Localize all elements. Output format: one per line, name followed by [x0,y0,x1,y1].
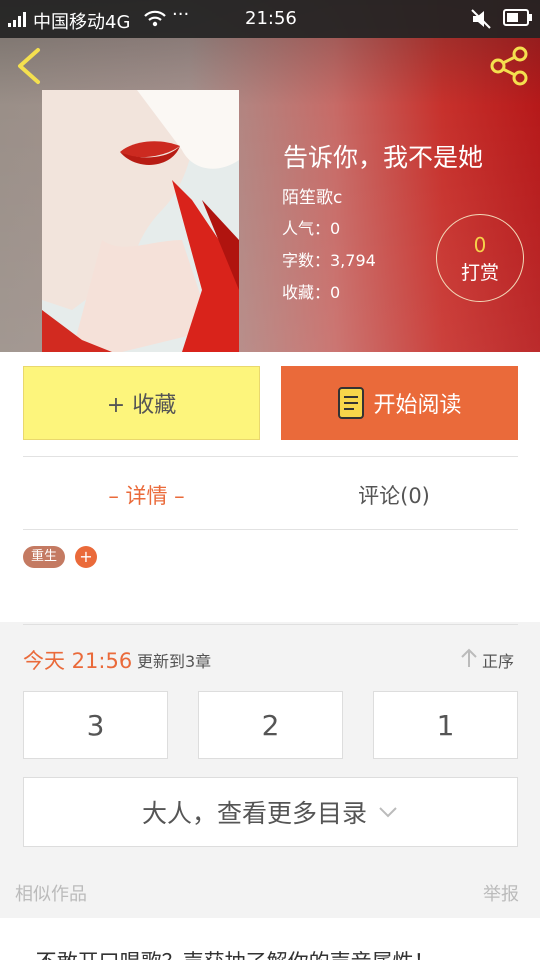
book-cover-image[interactable] [42,90,239,352]
status-bar: 中国移动4G ··· 21:56 [0,0,540,38]
book-title: 告诉你，我不是她 [283,143,484,172]
wifi-icon [144,10,166,27]
divider [23,624,518,625]
chapter-button[interactable]: 2 [198,691,343,759]
author-name[interactable]: 陌笙歌c [282,183,342,208]
chapter-number: 2 [261,708,280,742]
tab-details[interactable]: – 详情 – [23,480,270,510]
clock: 21:56 [245,8,297,29]
chapter-button[interactable]: 3 [23,691,168,759]
more-catalog-button[interactable]: 大人，查看更多目录 [23,777,518,847]
tip-button[interactable]: 0 打赏 [436,214,524,302]
sort-order-label[interactable]: 正序 [482,648,514,672]
divider [23,456,518,457]
update-status: 更新到3章 [137,652,212,671]
collect-label: + 收藏 [106,393,177,418]
favorites-stat: 收藏：0 [282,283,341,302]
divider [23,529,518,530]
popularity-stat: 人气：0 [282,219,341,238]
book-icon [338,387,365,419]
chapter-button[interactable]: 1 [373,691,518,759]
chevron-down-icon [379,807,397,818]
similar-works-label: 相似作品 [15,884,87,905]
start-reading-label: 开始阅读 [373,393,462,418]
mute-icon [471,9,491,29]
similar-work-card[interactable]: ‑不敢开口唱歌？声获抽了解你的声音属性！ [0,918,540,960]
carrier-label: 中国移动4G [33,12,131,33]
sort-arrow-icon[interactable] [460,647,478,669]
update-date: 今天 21:56 [23,649,133,673]
back-arrow-icon[interactable] [12,46,46,86]
chapter-number: 1 [436,708,455,742]
battery-icon [503,9,532,26]
tip-label: 打赏 [460,262,499,284]
share-icon[interactable] [488,46,532,86]
tip-count: 0 [473,233,487,257]
more-catalog-label: 大人，查看更多目录 [141,799,367,828]
report-link[interactable]: 举报 [483,880,519,906]
collect-button[interactable]: + 收藏 [23,366,260,440]
tag-rebirth[interactable]: 重生 [23,546,66,568]
tab-comments[interactable]: 评论(0) [270,480,518,510]
word-count-stat: 字数：3,794 [282,251,376,270]
start-reading-button[interactable]: 开始阅读 [281,366,518,440]
chapter-number: 3 [86,708,105,742]
similar-work-text: ‑不敢开口唱歌？声获抽了解你的声音属性！ [28,946,435,960]
signal-icon [8,12,26,27]
cover-artwork [42,90,239,352]
more-dots-icon: ··· [172,4,190,25]
add-tag-button[interactable]: + [75,546,97,568]
